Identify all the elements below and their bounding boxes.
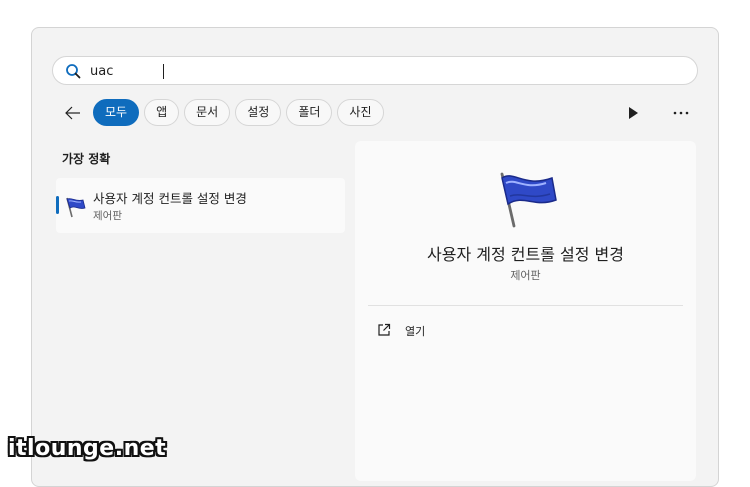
watermark: itlounge.net — [8, 436, 167, 461]
filter-tab-all[interactable]: 모두 — [93, 99, 140, 126]
result-title: 사용자 계정 컨트롤 설정 변경 — [93, 191, 247, 206]
filter-tabs: 모두 앱 문서 설정 폴더 사진 — [93, 99, 384, 127]
search-input[interactable] — [90, 61, 650, 81]
selection-indicator — [56, 196, 59, 214]
text-caret — [163, 64, 164, 79]
open-action-label: 열기 — [405, 325, 426, 338]
filter-tab-settings[interactable]: 설정 — [235, 99, 282, 126]
detail-pane: 사용자 계정 컨트롤 설정 변경 제어판 열기 — [355, 141, 696, 481]
play-icon[interactable] — [628, 107, 638, 119]
search-box[interactable] — [52, 56, 698, 85]
arrow-left-icon[interactable] — [64, 104, 82, 122]
best-match-result[interactable]: 사용자 계정 컨트롤 설정 변경 제어판 — [56, 178, 345, 233]
filter-tab-photos[interactable]: 사진 — [337, 99, 384, 126]
filter-tab-apps[interactable]: 앱 — [144, 99, 180, 126]
filter-tab-folders[interactable]: 폴더 — [286, 99, 333, 126]
detail-subtitle: 제어판 — [510, 269, 541, 282]
flag-icon — [500, 172, 557, 228]
search-icon — [66, 64, 81, 79]
more-icon[interactable] — [673, 111, 689, 115]
result-subtitle: 제어판 — [93, 210, 122, 222]
detail-title: 사용자 계정 컨트롤 설정 변경 — [427, 245, 624, 264]
divider — [368, 305, 683, 306]
best-match-heading: 가장 정확 — [62, 152, 111, 166]
filter-tab-documents[interactable]: 문서 — [184, 99, 231, 126]
flag-icon — [66, 197, 86, 218]
open-external-icon — [378, 323, 391, 336]
